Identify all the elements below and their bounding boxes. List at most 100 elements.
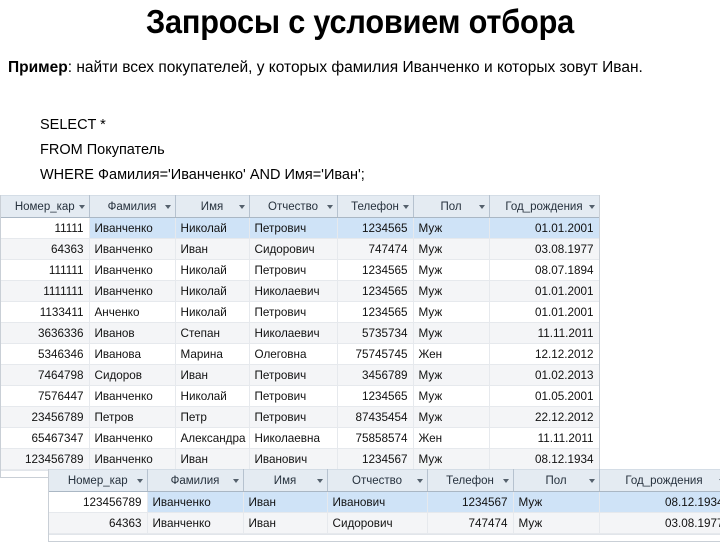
table-cell[interactable]: Иванченко <box>147 513 243 534</box>
table-row[interactable]: 123456789ИванченкоИванИванович1234567Муж… <box>1 449 599 470</box>
bottom-column-header-3[interactable]: Отчество <box>327 470 427 492</box>
table-cell[interactable]: 23456789 <box>1 407 89 428</box>
table-cell[interactable]: 12.12.2012 <box>489 344 599 365</box>
table-cell[interactable]: Муж <box>413 407 489 428</box>
table-cell[interactable]: 1234567 <box>427 492 513 513</box>
table-row[interactable]: 64363ИванченкоИванСидорович747474Муж03.0… <box>49 513 720 534</box>
table-cell[interactable]: Муж <box>413 218 489 239</box>
table-cell[interactable]: Олеговна <box>249 344 337 365</box>
chevron-down-icon[interactable] <box>589 479 595 483</box>
table-cell[interactable]: 3636336 <box>1 323 89 344</box>
table-cell[interactable]: 123456789 <box>49 492 147 513</box>
table-row[interactable]: 7464798СидоровИванПетрович3456789Муж01.0… <box>1 365 599 386</box>
table-row[interactable]: 1133411АнченкоНиколайПетрович1234565Муж0… <box>1 302 599 323</box>
table-cell[interactable]: 11.11.2011 <box>489 323 599 344</box>
table-cell[interactable]: Жен <box>413 428 489 449</box>
chevron-down-icon[interactable] <box>589 205 595 209</box>
table-cell[interactable]: Муж <box>413 449 489 470</box>
table-cell[interactable]: 1234565 <box>337 218 413 239</box>
table-cell[interactable]: Иванченко <box>89 449 175 470</box>
table-cell[interactable]: Николаевич <box>249 323 337 344</box>
table-cell[interactable]: 1234567 <box>337 449 413 470</box>
table-row[interactable]: 65467347ИванченкоАлександраНиколаевна758… <box>1 428 599 449</box>
table-cell[interactable]: 123456789 <box>1 449 89 470</box>
table-cell[interactable]: 08.12.1934 <box>599 492 720 513</box>
table-cell[interactable]: Николай <box>175 281 249 302</box>
table-cell[interactable]: Муж <box>413 239 489 260</box>
table-cell[interactable]: Анченко <box>89 302 175 323</box>
table-cell[interactable]: 1234565 <box>337 260 413 281</box>
table-cell[interactable]: 111111 <box>1 260 89 281</box>
table-cell[interactable]: 03.08.1977 <box>489 239 599 260</box>
chevron-down-icon[interactable] <box>403 205 409 209</box>
table-cell[interactable]: 747474 <box>337 239 413 260</box>
table-cell[interactable]: Муж <box>413 386 489 407</box>
chevron-down-icon[interactable] <box>233 479 239 483</box>
table-cell[interactable]: 1133411 <box>1 302 89 323</box>
chevron-down-icon[interactable] <box>503 479 509 483</box>
table-cell[interactable]: Муж <box>413 302 489 323</box>
table-cell[interactable]: Муж <box>413 281 489 302</box>
table-cell[interactable]: 01.05.2001 <box>489 386 599 407</box>
table-cell[interactable]: 5346346 <box>1 344 89 365</box>
table-cell[interactable]: Иван <box>243 513 327 534</box>
table-cell[interactable]: Иванченко <box>147 492 243 513</box>
table-cell[interactable]: Иван <box>175 239 249 260</box>
table-cell[interactable]: Иван <box>175 449 249 470</box>
datasheet-full-results[interactable]: Номер_карФамилияИмяОтчествоТелефонПолГод… <box>0 195 600 478</box>
table-cell[interactable]: 01.01.2001 <box>489 302 599 323</box>
table-cell[interactable]: Иванченко <box>89 239 175 260</box>
table-cell[interactable]: Иванченко <box>89 428 175 449</box>
table-cell[interactable]: 08.12.1934 <box>489 449 599 470</box>
table-cell[interactable]: 7576447 <box>1 386 89 407</box>
table-cell[interactable]: 11.11.2011 <box>489 428 599 449</box>
table-cell[interactable]: 64363 <box>49 513 147 534</box>
table-row[interactable]: 64363ИванченкоИванСидорович747474Муж03.0… <box>1 239 599 260</box>
table-cell[interactable]: Иванченко <box>89 260 175 281</box>
table-cell[interactable]: 22.12.2012 <box>489 407 599 428</box>
table-cell[interactable]: Петрович <box>249 386 337 407</box>
table-cell[interactable]: 08.07.1894 <box>489 260 599 281</box>
table-cell[interactable]: 11111 <box>1 218 89 239</box>
bottom-column-header-4[interactable]: Телефон <box>427 470 513 492</box>
bottom-column-header-5[interactable]: Пол <box>513 470 599 492</box>
table-cell[interactable]: Николай <box>175 302 249 323</box>
bottom-column-header-0[interactable]: Номер_кар <box>49 470 147 492</box>
table-cell[interactable]: 01.02.2013 <box>489 365 599 386</box>
top-column-header-0[interactable]: Номер_кар <box>1 196 89 218</box>
table-cell[interactable]: Петрович <box>249 365 337 386</box>
table-row[interactable]: 111111ИванченкоНиколайПетрович1234565Муж… <box>1 260 599 281</box>
top-column-header-2[interactable]: Имя <box>175 196 249 218</box>
chevron-down-icon[interactable] <box>239 205 245 209</box>
table-cell[interactable]: Сидорович <box>327 513 427 534</box>
table-cell[interactable]: Николай <box>175 386 249 407</box>
table-cell[interactable]: Петрович <box>249 260 337 281</box>
table-cell[interactable]: 01.01.2001 <box>489 281 599 302</box>
chevron-down-icon[interactable] <box>137 479 143 483</box>
table-cell[interactable]: 64363 <box>1 239 89 260</box>
table-cell[interactable]: Иван <box>175 365 249 386</box>
top-column-header-1[interactable]: Фамилия <box>89 196 175 218</box>
chevron-down-icon[interactable] <box>165 205 171 209</box>
table-cell[interactable]: 03.08.1977 <box>599 513 720 534</box>
table-cell[interactable]: 5735734 <box>337 323 413 344</box>
table-cell[interactable]: Муж <box>413 365 489 386</box>
table-cell[interactable]: 1111111 <box>1 281 89 302</box>
table-row[interactable]: 123456789ИванченкоИванИванович1234567Муж… <box>49 492 720 513</box>
chevron-down-icon[interactable] <box>317 479 323 483</box>
bottom-column-header-2[interactable]: Имя <box>243 470 327 492</box>
table-cell[interactable]: Иванченко <box>89 386 175 407</box>
top-column-header-4[interactable]: Телефон <box>337 196 413 218</box>
table-row[interactable]: 3636336ИвановСтепанНиколаевич5735734Муж1… <box>1 323 599 344</box>
table-cell[interactable]: Николай <box>175 260 249 281</box>
table-row[interactable]: 11111ИванченкоНиколайПетрович1234565Муж0… <box>1 218 599 239</box>
table-cell[interactable]: Муж <box>513 513 599 534</box>
table-cell[interactable]: Муж <box>413 260 489 281</box>
top-column-header-5[interactable]: Пол <box>413 196 489 218</box>
datasheet-query-results[interactable]: Номер_карФамилияИмяОтчествоТелефонПолГод… <box>48 469 720 542</box>
chevron-down-icon[interactable] <box>479 205 485 209</box>
table-cell[interactable]: Петрович <box>249 218 337 239</box>
table-row[interactable]: 7576447ИванченкоНиколайПетрович1234565Му… <box>1 386 599 407</box>
bottom-column-header-1[interactable]: Фамилия <box>147 470 243 492</box>
table-cell[interactable]: Иван <box>243 492 327 513</box>
